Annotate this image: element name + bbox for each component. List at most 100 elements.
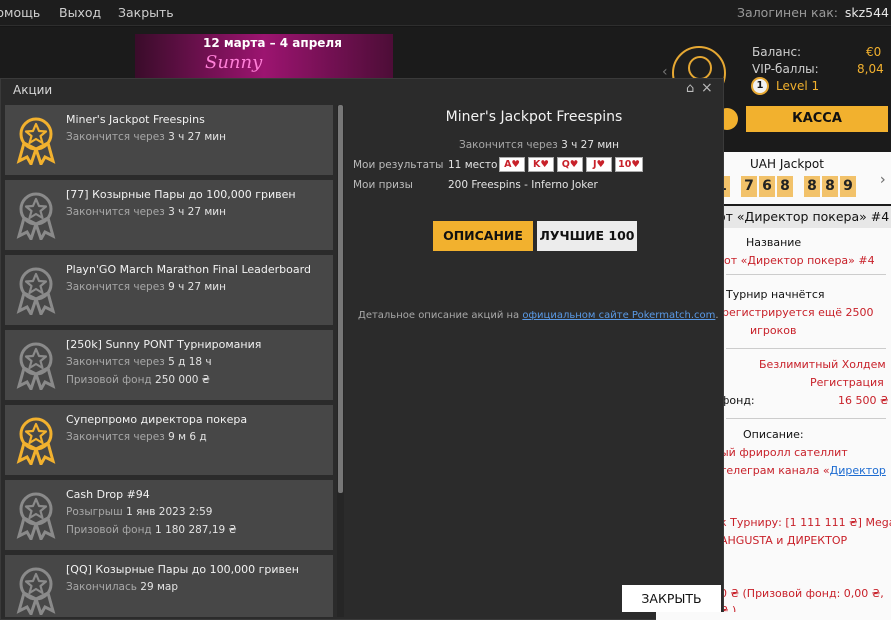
promotion-info-line: Закончится через 3 ч 27 мин xyxy=(66,206,226,218)
jackpot-digit: 8 xyxy=(804,176,820,197)
tournament-description-line: АНGUSTA и ДИРЕКТОР xyxy=(720,534,848,547)
banner-date-range: 12 марта – 4 апреля xyxy=(203,36,342,50)
banner-brand: Sunny xyxy=(205,52,263,73)
promo-banner[interactable]: 12 марта – 4 апреля Sunny xyxy=(135,34,393,78)
level-badge-icon: 1 xyxy=(751,77,769,95)
promotion-item[interactable]: Суперпромо директора покера Закончится че… xyxy=(5,405,333,475)
tournament-fund-value: 16 500 ₴ xyxy=(838,394,889,407)
promotion-item[interactable]: [77] Козырные Пары до 100,000 гривен Зако… xyxy=(5,180,333,250)
logged-as-label: Залогинен как: xyxy=(737,5,838,20)
promotion-info-line: Закончится через 9 м 6 д xyxy=(66,431,207,443)
promotion-info-line: Розыгрыш 1 янв 2023 2:59 xyxy=(66,506,213,518)
promotion-name: Miner's Jackpot Freespins xyxy=(66,113,205,126)
director-link[interactable]: Директор xyxy=(830,464,886,477)
tournament-description-line: 0 ₴ (Призовой фонд: 0,00 ₴, xyxy=(720,587,884,600)
home-icon[interactable]: ⌂ xyxy=(686,81,694,96)
divider xyxy=(726,348,886,349)
menu-help[interactable]: Помощь xyxy=(0,5,40,20)
promotion-info-line: Закончится через 9 ч 27 мин xyxy=(66,281,226,293)
promotion-info-line: Закончится через 3 ч 27 мин xyxy=(66,131,226,143)
jackpot-panel: UAH Jackpot 1 7 6 8 8 8 9 › xyxy=(714,152,891,204)
official-site-link[interactable]: официальном сайте Pokermatch.com xyxy=(522,310,715,321)
balance-value: €0 xyxy=(866,45,882,59)
top-menu-bar: Помощь Выход Закрыть Залогинен как: skz5… xyxy=(0,0,891,26)
scrollbar-thumb[interactable] xyxy=(338,105,343,493)
detail-title: Miner's Jackpot Freespins xyxy=(445,109,623,125)
results-label: Мои результаты xyxy=(353,159,444,171)
medal-icon xyxy=(15,192,57,243)
tournament-description-line: ый фриролл сателлит xyxy=(720,446,848,459)
jackpot-digit: 8 xyxy=(777,176,793,197)
menu-close[interactable]: Закрыть xyxy=(118,5,174,20)
jackpot-digit: 8 xyxy=(822,176,838,197)
prizes-value: 200 Freespins - Inferno Joker xyxy=(448,179,598,191)
promotion-item[interactable]: [QQ] Козырные Пары до 100,000 гривен Зако… xyxy=(5,555,333,617)
playing-card: 10♥ xyxy=(615,157,643,172)
tab-top-100[interactable]: ЛУЧШИЕ 100 xyxy=(537,221,637,251)
cashier-button[interactable]: КАССА xyxy=(746,106,888,132)
tournament-header: от «Директор покера» #4 xyxy=(716,206,891,228)
medal-icon xyxy=(15,342,57,393)
promotion-item[interactable]: Cash Drop #94 Розыгрыш 1 янв 2023 2:59 При… xyxy=(5,480,333,550)
chevron-right-icon[interactable]: › xyxy=(880,172,886,188)
promotion-info-line: Призовой фонд 1 180 287,19 ₴ xyxy=(66,524,237,536)
divider xyxy=(726,418,886,419)
prizes-label: Мои призы xyxy=(353,179,413,191)
promotion-name: [250k] Sunny PONT Турниромания xyxy=(66,338,262,351)
promotion-item[interactable]: Miner's Jackpot Freespins Закончится чере… xyxy=(5,105,333,175)
promotion-name: [QQ] Козырные Пары до 100,000 гривен xyxy=(66,563,299,576)
modal-title: Акции xyxy=(13,83,53,97)
tournament-description-line: к Турниру: [1 111 111 ₴] Mega xyxy=(720,516,891,529)
promotion-item[interactable]: [250k] Sunny PONT Турниромания Закончится… xyxy=(5,330,333,400)
medal-icon xyxy=(15,492,57,543)
close-icon[interactable]: × xyxy=(701,80,713,96)
lobby-panel-edge xyxy=(656,612,891,620)
tournament-registered-line: игроков xyxy=(750,324,797,337)
jackpot-digit: 6 xyxy=(759,176,775,197)
detail-ends: Закончится через 3 ч 27 мин xyxy=(459,139,619,151)
promotion-detail: Miner's Jackpot Freespins Закончится чер… xyxy=(347,105,721,617)
promotion-info-line: Закончилась 29 мар xyxy=(66,581,179,593)
tournament-info-panel: Название от «Директор покера» #4 Турнир … xyxy=(720,228,891,620)
tab-description[interactable]: ОПИСАНИЕ xyxy=(433,221,533,251)
promotion-name: Playn'GO March Marathon Final Leaderboar… xyxy=(66,263,311,276)
playing-card: K♥ xyxy=(528,157,554,172)
tournament-registration: Регистрация xyxy=(810,376,884,389)
promotion-info-line: Закончится через 5 д 18 ч xyxy=(66,356,212,368)
jackpot-digit: 7 xyxy=(741,176,757,197)
playing-card: Q♥ xyxy=(557,157,583,172)
tournament-description-line: телеграм канала «Директор xyxy=(720,464,886,477)
tournament-name-value: от «Директор покера» #4 xyxy=(724,254,875,267)
tournament-game-type: Безлимитный Холдем xyxy=(759,358,886,371)
detail-note: Детальное описание акций на официальном … xyxy=(358,310,719,321)
tournament-starts-label: Турнир начнётся xyxy=(726,288,825,301)
jackpot-title: UAH Jackpot xyxy=(750,157,824,171)
medal-icon xyxy=(15,567,57,617)
medal-icon xyxy=(15,417,57,468)
tournament-description-label: Описание: xyxy=(743,428,804,441)
promotion-name: [77] Козырные Пары до 100,000 гривен xyxy=(66,188,296,201)
promotion-info-line: Призовой фонд 250 000 ₴ xyxy=(66,374,210,386)
username: skz544 xyxy=(844,5,889,20)
level-label: Level 1 xyxy=(776,79,820,93)
promotion-name: Cash Drop #94 xyxy=(66,488,150,501)
tournament-registered-line: регистрируется ещё 2500 xyxy=(722,306,874,319)
divider xyxy=(726,274,886,275)
playing-card: J♥ xyxy=(586,157,612,172)
promotion-item[interactable]: Playn'GO March Marathon Final Leaderboar… xyxy=(5,255,333,325)
tournament-fund-label: фонд: xyxy=(720,394,755,407)
vip-value: 8,04 xyxy=(857,62,884,76)
results-value: 11 место xyxy=(448,159,498,171)
medal-icon xyxy=(15,267,57,318)
app-window: Помощь Выход Закрыть Залогинен как: skz5… xyxy=(0,0,891,620)
playing-card: A♥ xyxy=(499,157,525,172)
promotions-list: Miner's Jackpot Freespins Закончится чере… xyxy=(5,105,335,617)
promotion-name: Суперпромо директора покера xyxy=(66,413,248,426)
tournament-name-label: Название xyxy=(746,236,802,249)
close-button[interactable]: ЗАКРЫТЬ xyxy=(622,585,721,612)
jackpot-digit: 9 xyxy=(840,176,856,197)
menu-exit[interactable]: Выход xyxy=(59,5,101,20)
promotions-modal: Акции ⌂ × Miner's Jackpot Freespins Закон… xyxy=(0,78,724,620)
balance-label: Баланс: xyxy=(752,45,802,59)
vip-label: VIP-баллы: xyxy=(752,62,819,76)
